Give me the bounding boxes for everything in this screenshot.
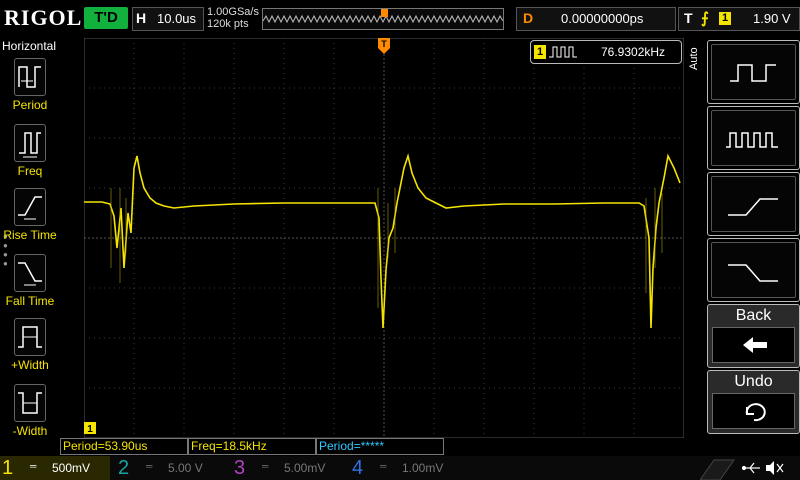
run-state-indicator[interactable]: T'D xyxy=(84,7,128,29)
channel-4-number: 4 xyxy=(352,457,364,479)
waveform-display[interactable]: T 1 xyxy=(84,38,684,438)
memory-depth: 120k pts xyxy=(207,18,249,30)
undo-icon xyxy=(745,403,766,422)
horizontal-timebase-box[interactable]: H 10.0us xyxy=(132,7,204,31)
speaker-muted-icon xyxy=(766,461,784,475)
svg-text:1: 1 xyxy=(87,424,93,435)
ground-marker: 1 xyxy=(84,422,96,435)
trigger-source-badge: 1 xyxy=(719,12,731,25)
menu-item-label: -Width xyxy=(12,424,48,438)
sampling-info: 1.00GSa/s 120k pts xyxy=(207,6,259,30)
menu-item-rise-time[interactable]: Rise Time xyxy=(0,186,60,248)
channel-4-coupling-icon: ═ xyxy=(380,461,387,471)
delay-key: D xyxy=(523,10,534,26)
top-status-bar: RIGOL T'D H 10.0us 1.00GSa/s 120k pts D … xyxy=(0,0,800,36)
fall-time-icon xyxy=(14,254,46,292)
multi-period-wave-icon xyxy=(726,132,778,148)
measurement-period-ch2[interactable]: Period=***** xyxy=(316,438,444,455)
period-icon xyxy=(14,58,46,96)
channel-4-scale: 1.00mV xyxy=(402,461,444,475)
pos-width-icon xyxy=(14,318,46,356)
rise-time-icon xyxy=(14,188,46,226)
single-period-wave-icon xyxy=(730,64,776,82)
right-softkey-panel: Back Undo xyxy=(705,38,800,450)
channel-1-coupling-icon: ═ xyxy=(30,461,37,471)
channel-3-scale: 5.00mV xyxy=(284,461,326,475)
menu-item-label: Period xyxy=(12,98,48,112)
frequency-counter[interactable]: 1 76.9302kHz xyxy=(530,40,682,64)
fall-edge-icon xyxy=(728,264,778,282)
measurement-freq[interactable]: Freq=18.5kHz xyxy=(188,438,316,455)
rise-edge-icon xyxy=(728,198,778,216)
channel-1-number: 1 xyxy=(2,457,14,479)
menu-item-fall-time[interactable]: Fall Time xyxy=(0,252,60,314)
fall-edge-button[interactable] xyxy=(707,238,800,302)
trigger-box[interactable]: T ⨍ 1 1.90 V xyxy=(678,7,800,31)
channel-4-tab[interactable]: 4 ═ 1.00mV xyxy=(350,456,460,480)
menu-item-freq[interactable]: Freq xyxy=(0,122,60,184)
undo-button[interactable]: Undo xyxy=(707,370,800,434)
undo-label: Undo xyxy=(734,373,773,390)
menu-title: Horizontal xyxy=(2,39,57,53)
measure-left-menu: Horizontal ● ● ● ● Period Freq Rise Time Fa… xyxy=(0,36,60,450)
menu-item-neg-width[interactable]: -Width xyxy=(0,382,60,444)
memory-waveform-icon xyxy=(262,9,504,24)
channel-3-number: 3 xyxy=(234,457,246,479)
svg-text:T: T xyxy=(381,39,387,49)
channel-1-scale: 500mV xyxy=(52,461,91,475)
channel-1-tab[interactable]: 1 ═ 500mV xyxy=(0,456,110,480)
back-arrow-icon xyxy=(743,337,767,353)
status-icons xyxy=(700,459,784,480)
menu-item-label: Freq xyxy=(17,164,43,178)
usb-icon xyxy=(741,462,760,474)
rise-edge-button[interactable] xyxy=(707,172,800,236)
channel-2-tab[interactable]: 2 ═ 5.00 V xyxy=(116,456,226,480)
brand-logo: RIGOL xyxy=(4,5,83,30)
measurement-bar: Period=53.90us Freq=18.5kHz Period=***** xyxy=(60,437,800,455)
back-label: Back xyxy=(735,307,772,324)
pulse-train-icon xyxy=(549,46,577,58)
channel-3-coupling-icon: ═ xyxy=(262,461,269,471)
timebase-value: 10.0us xyxy=(157,11,197,26)
channel-bar: 1 ═ 500mV 2 ═ 5.00 V 3 ═ 5.00mV 4 ═ 1.00… xyxy=(0,456,800,480)
menu-item-label: Fall Time xyxy=(5,294,55,308)
counter-value: 76.9302kHz xyxy=(601,45,666,59)
measurement-period[interactable]: Period=53.90us xyxy=(60,438,188,455)
memory-trigger-marker-icon xyxy=(381,9,388,17)
sample-rate: 1.00GSa/s xyxy=(207,6,259,18)
back-button[interactable]: Back xyxy=(707,304,800,368)
memory-position-strip[interactable] xyxy=(262,8,504,30)
delay-value: 0.00000000ps xyxy=(561,11,644,26)
menu-item-period[interactable]: Period xyxy=(0,56,60,118)
counter-channel-badge: 1 xyxy=(534,45,546,59)
menu-item-label: +Width xyxy=(11,358,49,372)
menu-item-label: Rise Time xyxy=(3,228,57,242)
delay-box[interactable]: D 0.00000000ps xyxy=(516,7,676,31)
neg-width-icon xyxy=(14,384,46,422)
freq-icon xyxy=(14,124,46,162)
channel-2-coupling-icon: ═ xyxy=(146,461,153,471)
single-period-button[interactable] xyxy=(707,40,800,104)
trigger-key: T xyxy=(684,10,693,26)
trigger-slope-icon: ⨍ xyxy=(701,10,709,27)
channel-2-number: 2 xyxy=(118,457,130,479)
channel-2-scale: 5.00 V xyxy=(168,461,203,475)
horizontal-key: H xyxy=(136,10,147,26)
trigger-level: 1.90 V xyxy=(753,11,791,26)
menu-item-pos-width[interactable]: +Width xyxy=(0,316,60,378)
multi-period-button[interactable] xyxy=(707,106,800,170)
channel-3-tab[interactable]: 3 ═ 5.00mV xyxy=(232,456,342,480)
mode-label: Auto xyxy=(688,47,700,70)
